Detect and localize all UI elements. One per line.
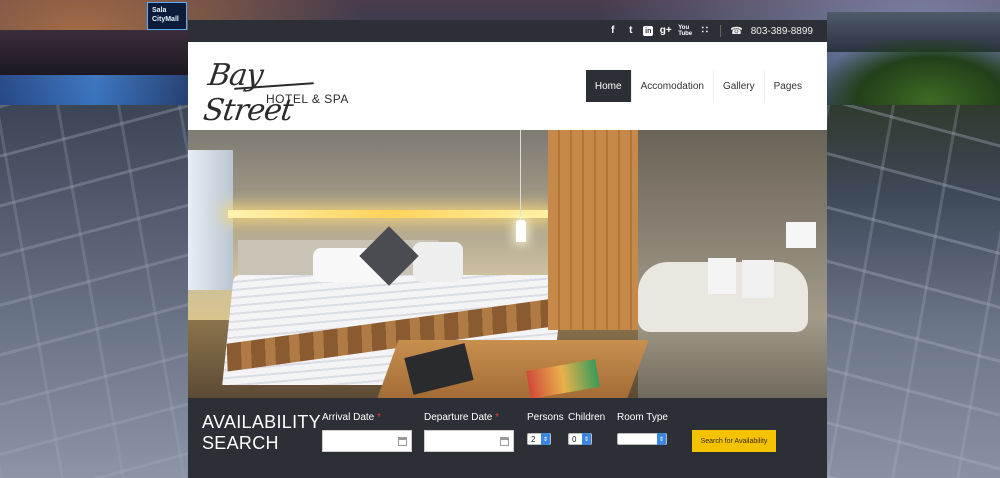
- room-type-select[interactable]: ⇕: [617, 433, 667, 445]
- main-nav: Home Accomodation Gallery Pages: [585, 70, 811, 102]
- hero-pillow: [413, 242, 463, 282]
- background-mall-sign: Sala CityMall: [147, 2, 187, 30]
- calendar-icon[interactable]: [500, 436, 509, 446]
- nav-item-home[interactable]: Home: [585, 70, 631, 102]
- top-bar: f t in g+ You Tube ∷ ☎ 803-389-8899: [188, 20, 827, 42]
- hero-towel: [786, 222, 816, 248]
- search-availability-button[interactable]: Search for Availability: [692, 430, 776, 452]
- calendar-icon[interactable]: [398, 436, 407, 446]
- hero-towel: [708, 258, 736, 294]
- phone-icon: ☎: [730, 25, 743, 37]
- arrival-date-input[interactable]: [322, 430, 412, 452]
- departure-field: Departure Date *: [424, 412, 527, 452]
- google-plus-icon[interactable]: g+: [660, 26, 672, 37]
- nav-item-gallery[interactable]: Gallery: [712, 70, 764, 102]
- topbar-divider: [720, 25, 722, 37]
- linkedin-icon[interactable]: in: [643, 26, 654, 36]
- social-links: f t in g+ You Tube ∷: [607, 25, 710, 37]
- site-container: f t in g+ You Tube ∷ ☎ 803-389-8899 Bay …: [188, 20, 827, 478]
- background-skyline: [0, 30, 190, 75]
- persons-select[interactable]: 2 ⇕: [527, 433, 551, 445]
- background-walkway-left: [0, 105, 188, 478]
- background-walkway-right: [827, 105, 1000, 478]
- phone-contact: ☎ 803-389-8899: [730, 26, 813, 37]
- persons-field: Persons 2 ⇕: [527, 412, 568, 445]
- rss-icon[interactable]: ∷: [699, 26, 710, 37]
- hero-towel: [742, 260, 774, 298]
- availability-title: AVAILABILITY SEARCH: [202, 412, 321, 453]
- room-type-label: Room Type: [617, 412, 668, 423]
- arrival-field: Arrival Date *: [322, 412, 424, 452]
- site-header: Bay Street HOTEL & SPA Home Accomodation…: [188, 42, 827, 130]
- nav-item-accomodation[interactable]: Accomodation: [630, 70, 713, 102]
- youtube-icon[interactable]: You Tube: [678, 25, 692, 37]
- chevron-down-icon[interactable]: ⇕: [657, 433, 666, 445]
- logo-subtitle: HOTEL & SPA: [266, 92, 349, 106]
- children-label: Children: [568, 412, 606, 423]
- nav-item-pages[interactable]: Pages: [763, 70, 811, 102]
- phone-number: 803-389-8899: [750, 25, 813, 37]
- arrival-label: Arrival Date *: [322, 412, 381, 423]
- children-field: Children 0 ⇕: [568, 412, 617, 445]
- hero-image: [188, 130, 827, 398]
- hero-pendant-lamp: [516, 220, 526, 242]
- children-select[interactable]: 0 ⇕: [568, 433, 592, 445]
- hero-lamp-cord: [520, 130, 521, 220]
- facebook-icon[interactable]: f: [607, 26, 618, 37]
- stepper-arrows-icon[interactable]: ⇕: [541, 433, 550, 445]
- room-type-field: Room Type ⇕: [617, 412, 692, 445]
- twitter-icon[interactable]: t: [625, 26, 636, 37]
- departure-label: Departure Date *: [424, 412, 500, 423]
- persons-label: Persons: [527, 412, 564, 423]
- departure-date-input[interactable]: [424, 430, 514, 452]
- hero-window: [188, 150, 233, 290]
- logo[interactable]: Bay Street HOTEL & SPA: [201, 56, 356, 128]
- hero-cove-light: [228, 210, 548, 218]
- stepper-arrows-icon[interactable]: ⇕: [582, 433, 591, 445]
- availability-search: AVAILABILITY SEARCH Arrival Date * Depar…: [188, 398, 827, 478]
- hero-wood-panel: [548, 130, 638, 330]
